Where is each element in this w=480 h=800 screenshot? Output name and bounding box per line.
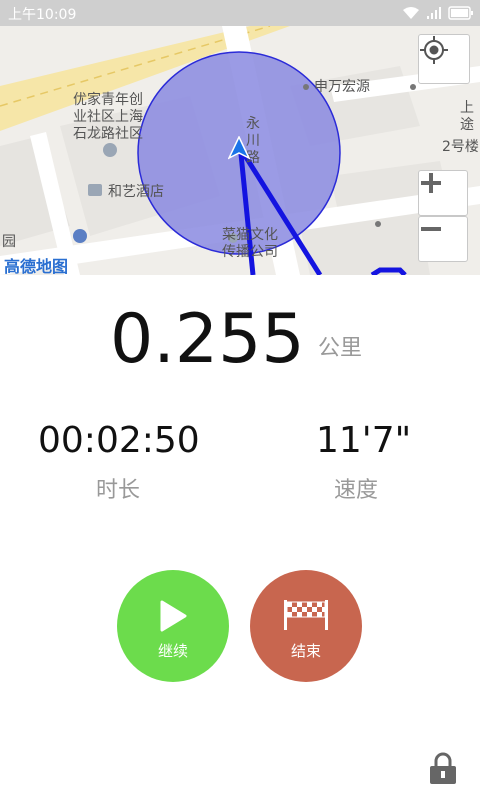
play-icon [160,600,187,631]
wifi-icon [403,7,419,19]
lock-icon [430,752,456,784]
map-label-poi: 优家青年创 业社区上海 石龙路社区 [73,92,143,142]
status-icons [402,3,474,23]
map-label-building: 申万宏源 [314,79,370,95]
distance-value: 0.255 [110,300,305,379]
zoom-out-button[interactable] [418,216,468,262]
resume-label: 继续 [157,641,188,660]
map-label-bldg2: 2号楼 [442,139,479,155]
lock-button[interactable] [428,752,458,790]
map-label-hotel: 和艺酒店 [108,184,164,200]
minus-icon [421,227,441,231]
locate-icon [420,36,448,64]
battery-icon [448,6,473,20]
resume-button[interactable]: 继续 [117,570,229,682]
map-label-park: 园 [2,234,16,250]
status-time: 上午10:09 [8,7,77,23]
map-view[interactable]: 优家青年创 业社区上海 石龙路社区 和艺酒店 永 川 路 菜猫文化 传播公司 申… [0,26,480,275]
locate-button[interactable] [418,34,470,84]
pace-value: 11'7" [316,420,412,461]
end-label: 结束 [290,641,321,660]
duration-label: 时长 [96,478,141,503]
distance-unit: 公里 [318,336,363,361]
location-arrow-icon [228,136,250,160]
pace-label: 速度 [334,478,379,503]
duration-value: 00:02:50 [38,420,200,461]
map-label-company: 菜猫文化 传播公司 [222,227,278,260]
zoom-in-button[interactable] [418,170,468,216]
signal-icon [427,7,441,19]
map-brand-logo: 高德地图 [4,257,69,275]
status-bar: 上午10:09 [0,0,480,26]
plus-icon [421,173,441,193]
finish-flag-icon [284,599,328,630]
end-button[interactable]: 结束 [250,570,362,682]
map-label-edge: 上 途 [460,100,474,133]
